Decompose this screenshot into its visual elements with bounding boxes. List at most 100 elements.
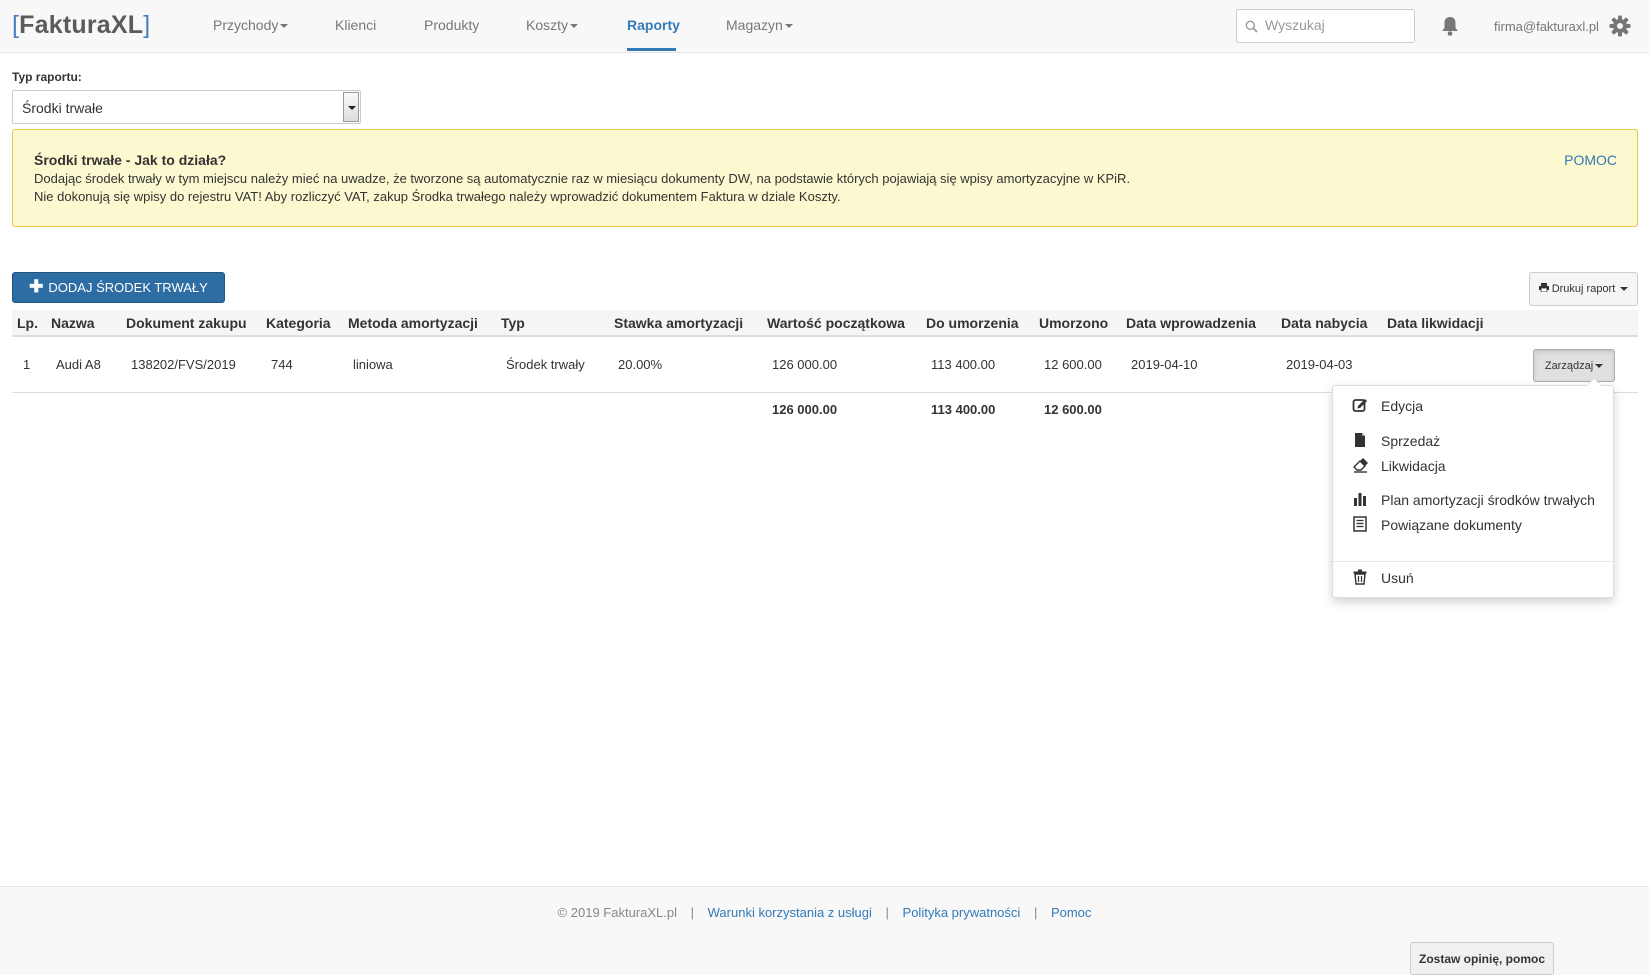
footer-separator: | xyxy=(885,905,889,920)
menu-item-label: Likwidacja xyxy=(1381,458,1446,474)
notifications-bell-icon[interactable] xyxy=(1440,15,1460,40)
top-navbar: [FakturaXL] Przychody Klienci Produkty K… xyxy=(0,0,1649,53)
cell-do-umorzenia: 113 400.00 xyxy=(931,357,996,372)
nav-label: Klienci xyxy=(335,17,377,33)
manage-dropdown-menu: Edycja Sprzedaż Likwidacja Plan amortyza… xyxy=(1332,385,1614,598)
nav-produkty[interactable]: Produkty xyxy=(424,17,479,33)
column-header: Metoda amortyzacji xyxy=(348,315,478,331)
list-icon xyxy=(1352,516,1368,532)
nav-magazyn[interactable]: Magazyn xyxy=(726,17,793,33)
manage-button-label: Zarządzaj xyxy=(1544,359,1594,372)
nav-koszty[interactable]: Koszty xyxy=(526,17,579,33)
plus-icon: ✚ xyxy=(29,277,44,296)
user-email[interactable]: firma@fakturaxl.pl xyxy=(1494,19,1599,34)
report-type-value: Środki trwałe xyxy=(22,100,103,116)
menu-item-edycja[interactable]: Edycja xyxy=(1333,394,1613,418)
brand-logo[interactable]: [FakturaXL] xyxy=(12,11,150,40)
settings-gear-icon[interactable] xyxy=(1609,15,1631,40)
menu-item-label: Sprzedaż xyxy=(1381,433,1441,449)
info-alert: Środki trwałe - Jak to działa? Dodając ś… xyxy=(12,129,1638,227)
nav-label: Przychody xyxy=(213,17,279,33)
column-header: Data nabycia xyxy=(1281,315,1368,331)
column-header: Lp. xyxy=(17,315,38,331)
report-type-label: Typ raportu: xyxy=(12,70,82,84)
caret-down-icon xyxy=(784,24,793,29)
brand-name: FakturaXL xyxy=(19,11,144,39)
caret-down-icon xyxy=(280,24,289,29)
total-umorzono: 12 600.00 xyxy=(1044,402,1102,417)
footer-links: © 2019 FakturaXL.pl | Warunki korzystani… xyxy=(0,905,1649,920)
caret-down-icon xyxy=(1620,287,1629,291)
nav-label: Produkty xyxy=(424,17,480,33)
help-link[interactable]: POMOC xyxy=(1564,152,1617,168)
nav-klienci[interactable]: Klienci xyxy=(335,17,376,33)
menu-divider xyxy=(1333,561,1613,562)
column-header: Typ xyxy=(501,315,525,331)
select-arrow-icon[interactable] xyxy=(343,92,359,122)
column-header: Wartość początkowa xyxy=(767,315,905,331)
table-header: Lp. Nazwa Dokument zakupu Kategoria Meto… xyxy=(12,310,1638,337)
feedback-button-label: Zostaw opinię, pomoc xyxy=(1418,951,1545,966)
nav-raporty[interactable]: Raporty xyxy=(627,17,680,33)
cell-kategoria: 744 xyxy=(271,357,293,372)
eraser-icon xyxy=(1352,457,1368,473)
feedback-button[interactable]: Zostaw opinię, pomoc xyxy=(1410,942,1554,975)
column-header: Do umorzenia xyxy=(926,315,1019,331)
footer-help-link[interactable]: Pomoc xyxy=(1051,905,1091,920)
column-header: Stawka amortyzacji xyxy=(614,315,744,331)
nav-label: Raporty xyxy=(627,17,680,33)
menu-item-powiazane-dokumenty[interactable]: Powiązane dokumenty xyxy=(1333,513,1613,537)
menu-item-label: Plan amortyzacji środków trwałych xyxy=(1381,492,1595,508)
total-wartosc: 126 000.00 xyxy=(772,402,838,417)
footer-separator: | xyxy=(690,905,695,920)
menu-item-label: Powiązane dokumenty xyxy=(1381,517,1522,533)
footer-copyright: © 2019 FakturaXL.pl xyxy=(557,905,677,920)
cell-lp: 1 xyxy=(23,357,31,372)
nav-label: Koszty xyxy=(526,17,569,33)
report-type-select[interactable]: Środki trwałe xyxy=(12,90,361,124)
page-footer: © 2019 FakturaXL.pl | Warunki korzystani… xyxy=(0,886,1649,975)
cell-data-wprowadzenia: 2019-04-10 xyxy=(1131,357,1198,372)
search-box xyxy=(1236,9,1415,43)
alert-title: Środki trwałe - Jak to działa? xyxy=(34,152,227,168)
printer-icon xyxy=(1538,283,1549,295)
file-icon xyxy=(1352,432,1368,448)
add-fixed-asset-button[interactable]: ✚ DODAJ ŚRODEK TRWAŁY xyxy=(12,272,225,303)
column-header: Kategoria xyxy=(266,315,331,331)
menu-item-sprzedaz[interactable]: Sprzedaż xyxy=(1333,429,1613,453)
search-input[interactable] xyxy=(1265,17,1405,33)
bar-chart-icon xyxy=(1352,491,1368,507)
footer-privacy-link[interactable]: Polityka prywatności xyxy=(903,905,1021,920)
edit-icon xyxy=(1352,397,1368,413)
alert-text-line1: Dodając środek trwały w tym miejscu nale… xyxy=(34,171,1131,186)
footer-terms-link[interactable]: Warunki korzystania z usługi xyxy=(708,905,872,920)
menu-item-label: Usuń xyxy=(1381,570,1414,586)
nav-przychody[interactable]: Przychody xyxy=(213,17,289,33)
cell-stawka: 20.00% xyxy=(618,357,663,372)
menu-item-label: Edycja xyxy=(1381,398,1424,414)
trash-icon xyxy=(1352,569,1368,585)
search-icon xyxy=(1245,20,1258,36)
column-header: Data likwidacji xyxy=(1387,315,1484,331)
print-button-label: Drukuj raport xyxy=(1551,283,1616,295)
menu-item-usun[interactable]: Usuń xyxy=(1333,566,1613,590)
cell-data-nabycia: 2019-04-03 xyxy=(1286,357,1353,372)
manage-button[interactable]: Zarządzaj xyxy=(1533,349,1615,382)
caret-down-icon xyxy=(570,24,579,29)
caret-down-icon xyxy=(1595,363,1604,368)
brand-bracket-close: ] xyxy=(143,11,151,39)
nav-label: Magazyn xyxy=(726,17,783,33)
column-header: Nazwa xyxy=(51,315,95,331)
menu-item-likwidacja[interactable]: Likwidacja xyxy=(1333,454,1613,478)
active-tab-indicator xyxy=(627,48,676,51)
cell-wartosc: 126 000.00 xyxy=(772,357,838,372)
print-report-button[interactable]: Drukuj raport xyxy=(1529,272,1638,306)
column-header: Dokument zakupu xyxy=(126,315,247,331)
cell-typ: Środek trwały xyxy=(506,357,585,372)
add-button-label: DODAJ ŚRODEK TRWAŁY xyxy=(48,280,208,295)
menu-item-plan-amortyzacji[interactable]: Plan amortyzacji środków trwałych xyxy=(1333,488,1613,512)
column-header: Data wprowadzenia xyxy=(1126,315,1256,331)
asset-name-link[interactable]: Audi A8 xyxy=(56,357,101,372)
alert-text-line2: Nie dokonują się wpisy do rejestru VAT! … xyxy=(34,189,841,204)
cell-umorzono: 12 600.00 xyxy=(1044,357,1102,372)
